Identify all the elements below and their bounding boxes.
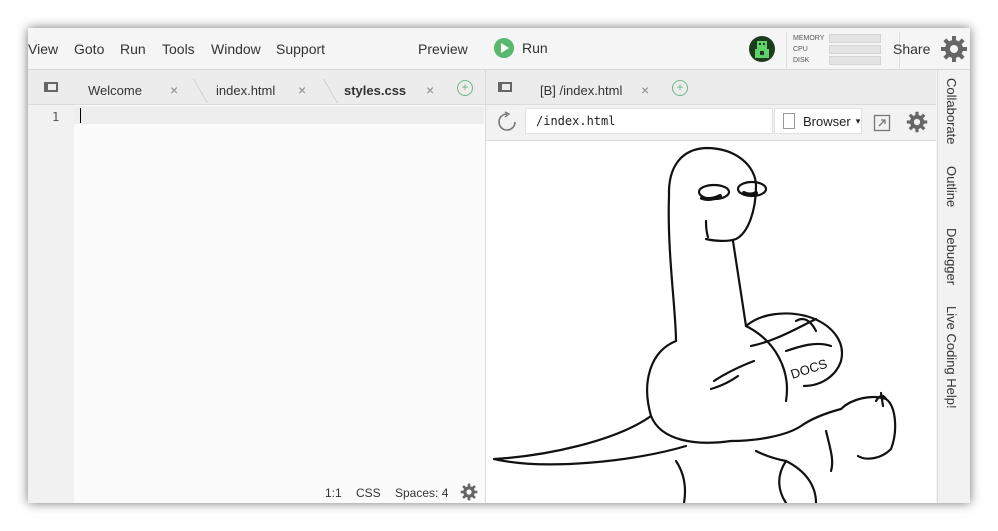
line-gutter bbox=[28, 105, 74, 503]
text-cursor bbox=[80, 108, 81, 123]
share-button[interactable]: Share bbox=[893, 41, 930, 57]
menu-tools[interactable]: Tools bbox=[162, 41, 195, 57]
menu-goto[interactable]: Goto bbox=[74, 41, 104, 57]
tab-divider bbox=[323, 79, 338, 103]
popout-icon[interactable] bbox=[873, 114, 891, 132]
disk-bar bbox=[829, 55, 881, 65]
panel-toggle-icon[interactable] bbox=[498, 82, 512, 92]
memory-bar bbox=[829, 33, 881, 43]
chevron-down-icon: ▾ bbox=[855, 115, 861, 126]
gear-icon[interactable] bbox=[906, 111, 928, 133]
tab-debugger[interactable]: Debugger bbox=[944, 228, 959, 285]
menu-window[interactable]: Window bbox=[211, 41, 261, 57]
url-input[interactable]: /index.html bbox=[525, 108, 773, 134]
gear-icon[interactable] bbox=[460, 483, 478, 501]
right-sidebar: Collaborate Outline Debugger Live Coding… bbox=[937, 70, 970, 503]
tab-label: styles.css bbox=[344, 82, 407, 98]
syntax-mode[interactable]: CSS bbox=[356, 486, 381, 500]
tab-welcome[interactable]: Welcome × bbox=[88, 76, 188, 104]
close-icon[interactable]: × bbox=[170, 82, 178, 98]
tab-label: index.html bbox=[216, 82, 276, 98]
preview-menu[interactable]: Preview bbox=[418, 41, 468, 57]
browser-label: Browser bbox=[803, 113, 851, 129]
tab-preview-index[interactable]: [B] /index.html × bbox=[540, 76, 660, 104]
close-icon[interactable]: × bbox=[298, 82, 306, 98]
menu-support[interactable]: Support bbox=[276, 41, 325, 57]
cursor-position[interactable]: 1:1 bbox=[325, 486, 342, 500]
panel-toggle-icon[interactable] bbox=[44, 82, 58, 92]
ide-window: View Goto Run Tools Window Support Previ… bbox=[28, 28, 970, 503]
tab-styles-css[interactable]: styles.css × bbox=[344, 76, 444, 104]
memory-label: MEMORY bbox=[793, 34, 825, 42]
document-icon bbox=[783, 113, 795, 129]
close-icon[interactable]: × bbox=[641, 82, 649, 98]
editor-statusbar: 1:1 CSS Spaces: 4 bbox=[28, 480, 484, 502]
preview-tabbar: [B] /index.html × + bbox=[486, 70, 936, 105]
resource-meters: MEMORY CPU DISK bbox=[786, 32, 900, 68]
disk-label: DISK bbox=[793, 56, 810, 64]
plus-icon[interactable]: + bbox=[457, 80, 473, 96]
dinosaur-drawing: DOCS bbox=[492, 146, 897, 503]
avatar[interactable] bbox=[749, 36, 775, 62]
cpu-label: CPU bbox=[793, 45, 808, 53]
run-button[interactable]: Run bbox=[494, 38, 548, 58]
plus-icon[interactable]: + bbox=[672, 80, 688, 96]
tab-collaborate[interactable]: Collaborate bbox=[944, 78, 959, 145]
browser-dropdown[interactable]: Browser ▾ bbox=[774, 108, 862, 134]
tab-label: [B] /index.html bbox=[540, 82, 623, 98]
menu-run[interactable]: Run bbox=[120, 41, 146, 57]
tab-index-html[interactable]: index.html × bbox=[216, 76, 316, 104]
refresh-icon[interactable] bbox=[496, 111, 518, 133]
book-text: DOCS bbox=[789, 356, 830, 382]
tab-divider bbox=[193, 79, 208, 103]
close-icon[interactable]: × bbox=[426, 82, 434, 98]
line-number: 1 bbox=[52, 110, 60, 124]
tab-label: Welcome bbox=[88, 82, 142, 98]
tab-outline[interactable]: Outline bbox=[944, 166, 959, 207]
tab-live-coding-help[interactable]: Live Coding Help! bbox=[944, 306, 959, 409]
preview-pane: [B] /index.html × + /index.html Browser … bbox=[486, 70, 936, 503]
current-line-highlight bbox=[74, 106, 484, 124]
indent-setting[interactable]: Spaces: 4 bbox=[395, 486, 448, 500]
gear-icon[interactable] bbox=[940, 35, 968, 63]
editor-pane: Welcome × index.html × styles.css × + 1 … bbox=[28, 70, 486, 503]
preview-canvas: DOCS bbox=[486, 141, 936, 503]
menu-view[interactable]: View bbox=[28, 41, 58, 57]
editor-tabbar: Welcome × index.html × styles.css × + bbox=[28, 70, 485, 105]
menubar: View Goto Run Tools Window Support Previ… bbox=[28, 28, 970, 70]
cpu-bar bbox=[829, 44, 881, 54]
run-label: Run bbox=[522, 40, 548, 56]
play-icon bbox=[494, 38, 514, 58]
preview-toolbar: /index.html Browser ▾ bbox=[486, 105, 936, 141]
